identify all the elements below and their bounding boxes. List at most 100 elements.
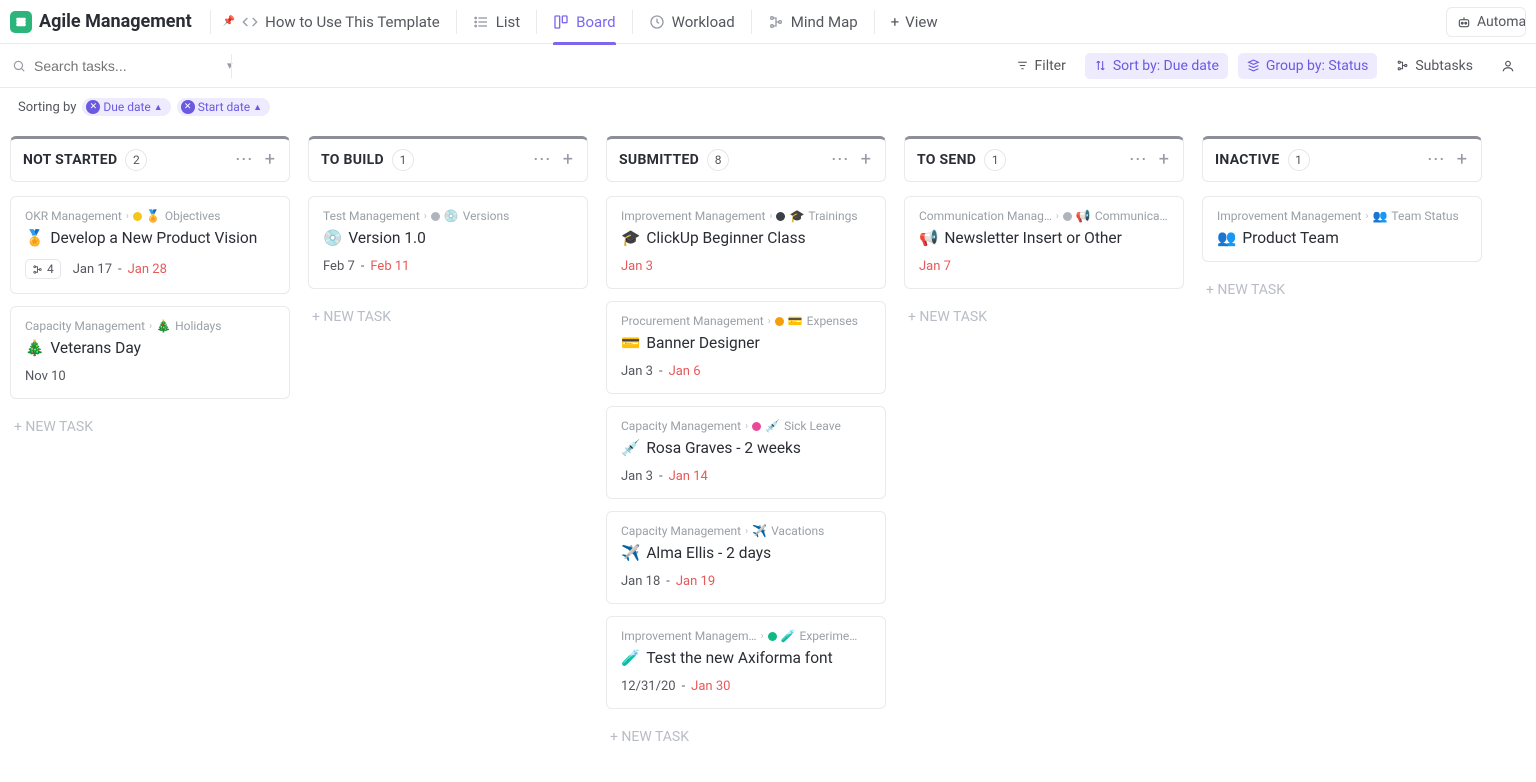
crumb-space: Capacity Management [25, 319, 145, 333]
start-date: Nov 10 [25, 369, 66, 384]
task-card[interactable]: Capacity Management › ✈️ Vacations ✈️ Al… [606, 511, 886, 604]
crumb-space: OKR Management [25, 209, 122, 223]
column-menu-icon[interactable]: ⋯ [829, 151, 851, 169]
subtasks-label: Subtasks [1415, 58, 1473, 74]
assignee-button[interactable] [1492, 54, 1524, 78]
tab-workload[interactable]: Workload [637, 0, 747, 44]
card-emoji-icon: 🏅 [25, 229, 44, 247]
task-card[interactable]: Procurement Management › 💳 Expenses 💳 Ba… [606, 301, 886, 394]
column-count: 8 [707, 149, 729, 171]
task-card[interactable]: Improvement Management › 👥 Team Status 👥… [1202, 196, 1482, 262]
sort-icon [1094, 59, 1107, 72]
new-task-button[interactable]: + NEW TASK [904, 301, 1184, 333]
card-breadcrumb: Capacity Management › 💉 Sick Leave [621, 419, 871, 433]
sort-asc-icon: ▲ [253, 102, 262, 113]
column-add-icon[interactable]: + [1455, 151, 1469, 169]
task-card[interactable]: Capacity Management › 💉 Sick Leave 💉 Ros… [606, 406, 886, 499]
sort-pill-start-date[interactable]: ✕ Start date ▲ [177, 98, 270, 116]
tab-list[interactable]: List [461, 0, 532, 44]
column-menu-icon[interactable]: ⋯ [1127, 151, 1149, 169]
divider [632, 10, 633, 34]
card-title: 📢 Newsletter Insert or Other [919, 229, 1169, 247]
card-dates: Nov 10 [25, 369, 275, 384]
automate-button[interactable]: Automa [1446, 7, 1526, 37]
search-wrap[interactable]: ▾ [12, 58, 227, 74]
add-view-button[interactable]: + View [879, 13, 950, 31]
divider [751, 10, 752, 34]
crumb-list: Expenses [807, 314, 858, 328]
chevron-right-icon: › [1365, 211, 1368, 222]
new-task-button[interactable]: + NEW TASK [308, 301, 588, 333]
column-header: SUBMITTED 8 ⋯ + [606, 136, 886, 182]
due-date: Jan 7 [919, 259, 951, 274]
divider [536, 10, 537, 34]
start-date: 12/31/20 [621, 679, 676, 694]
card-breadcrumb: OKR Management › 🏅 Objectives [25, 209, 275, 223]
card-title: 👥 Product Team [1217, 229, 1467, 247]
card-breadcrumb: Improvement Management › 🎓 Trainings [621, 209, 871, 223]
chevron-right-icon: › [745, 526, 748, 537]
crumb-emoji-icon: 🏅 [146, 209, 161, 223]
tab-label: List [496, 13, 520, 31]
chevron-right-icon: › [768, 316, 771, 327]
task-card[interactable]: Test Management › 💿 Versions 💿 Version 1… [308, 196, 588, 289]
card-emoji-icon: 📢 [919, 229, 938, 247]
plus-icon: + [891, 13, 900, 31]
board: NOT STARTED 2 ⋯ + OKR Management › 🏅 Obj… [0, 122, 1536, 767]
column-menu-icon[interactable]: ⋯ [531, 151, 553, 169]
sort-summary: Sorting by ✕ Due date ▲ ✕ Start date ▲ [0, 88, 1536, 122]
tab-how-to-use[interactable]: 📌 How to Use This Template [215, 0, 452, 44]
tab-label: How to Use This Template [265, 13, 440, 31]
sort-pill-due-date[interactable]: ✕ Due date ▲ [82, 98, 170, 116]
column-menu-icon[interactable]: ⋯ [233, 151, 255, 169]
column-menu-icon[interactable]: ⋯ [1425, 151, 1447, 169]
remove-sort-icon[interactable]: ✕ [86, 100, 100, 114]
tab-mind-map[interactable]: Mind Map [756, 0, 870, 44]
automate-label: Automa [1477, 14, 1526, 30]
crumb-space: Capacity Management [621, 419, 741, 433]
card-title: 💳 Banner Designer [621, 334, 871, 352]
column-add-icon[interactable]: + [1157, 151, 1171, 169]
crumb-emoji-icon: 🧪 [781, 629, 796, 643]
new-task-button[interactable]: + NEW TASK [1202, 274, 1482, 306]
task-card[interactable]: Improvement Managem… › 🧪 Experime… 🧪 Tes… [606, 616, 886, 709]
search-input[interactable] [34, 58, 215, 74]
card-title: 🎓 ClickUp Beginner Class [621, 229, 871, 247]
card-breadcrumb: Improvement Managem… › 🧪 Experime… [621, 629, 871, 643]
column-add-icon[interactable]: + [561, 151, 575, 169]
column-add-icon[interactable]: + [263, 151, 277, 169]
filter-button[interactable]: Filter [1007, 53, 1075, 79]
card-dates: 12/31/20-Jan 30 [621, 679, 871, 694]
task-card[interactable]: Improvement Management › 🎓 Trainings 🎓 C… [606, 196, 886, 289]
column-header: TO SEND 1 ⋯ + [904, 136, 1184, 182]
tab-label: Board [576, 13, 615, 31]
due-date: Jan 28 [128, 262, 167, 277]
remove-sort-icon[interactable]: ✕ [181, 100, 195, 114]
group-button[interactable]: Group by: Status [1238, 53, 1377, 79]
subtasks-button[interactable]: Subtasks [1387, 53, 1482, 79]
due-date: Feb 11 [370, 259, 409, 274]
task-card[interactable]: OKR Management › 🏅 Objectives 🏅 Develop … [10, 196, 290, 294]
filter-label: Filter [1035, 58, 1066, 74]
column-header: NOT STARTED 2 ⋯ + [10, 136, 290, 182]
tab-label: Mind Map [791, 13, 858, 31]
new-task-button[interactable]: + NEW TASK [10, 411, 290, 443]
crumb-space: Procurement Management [621, 314, 764, 328]
crumb-list: Versions [463, 209, 510, 223]
task-card[interactable]: Capacity Management › 🎄 Holidays 🎄 Veter… [10, 306, 290, 399]
crumb-space: Improvement Management [621, 209, 765, 223]
new-task-button[interactable]: + NEW TASK [606, 721, 886, 753]
sort-button[interactable]: Sort by: Due date [1085, 53, 1228, 79]
column-add-icon[interactable]: + [859, 151, 873, 169]
chevron-right-icon: › [761, 631, 764, 642]
card-title: 💿 Version 1.0 [323, 229, 573, 247]
divider [456, 10, 457, 34]
crumb-emoji-icon: 🎄 [156, 319, 171, 333]
task-card[interactable]: Communication Manag… › 📢 Communica… 📢 Ne… [904, 196, 1184, 289]
card-breadcrumb: Procurement Management › 💳 Expenses [621, 314, 871, 328]
card-breadcrumb: Improvement Management › 👥 Team Status [1217, 209, 1467, 223]
column-header: TO BUILD 1 ⋯ + [308, 136, 588, 182]
crumb-list: Objectives [165, 209, 221, 223]
tab-board[interactable]: Board [541, 0, 627, 44]
space-title[interactable]: Agile Management [39, 11, 192, 32]
